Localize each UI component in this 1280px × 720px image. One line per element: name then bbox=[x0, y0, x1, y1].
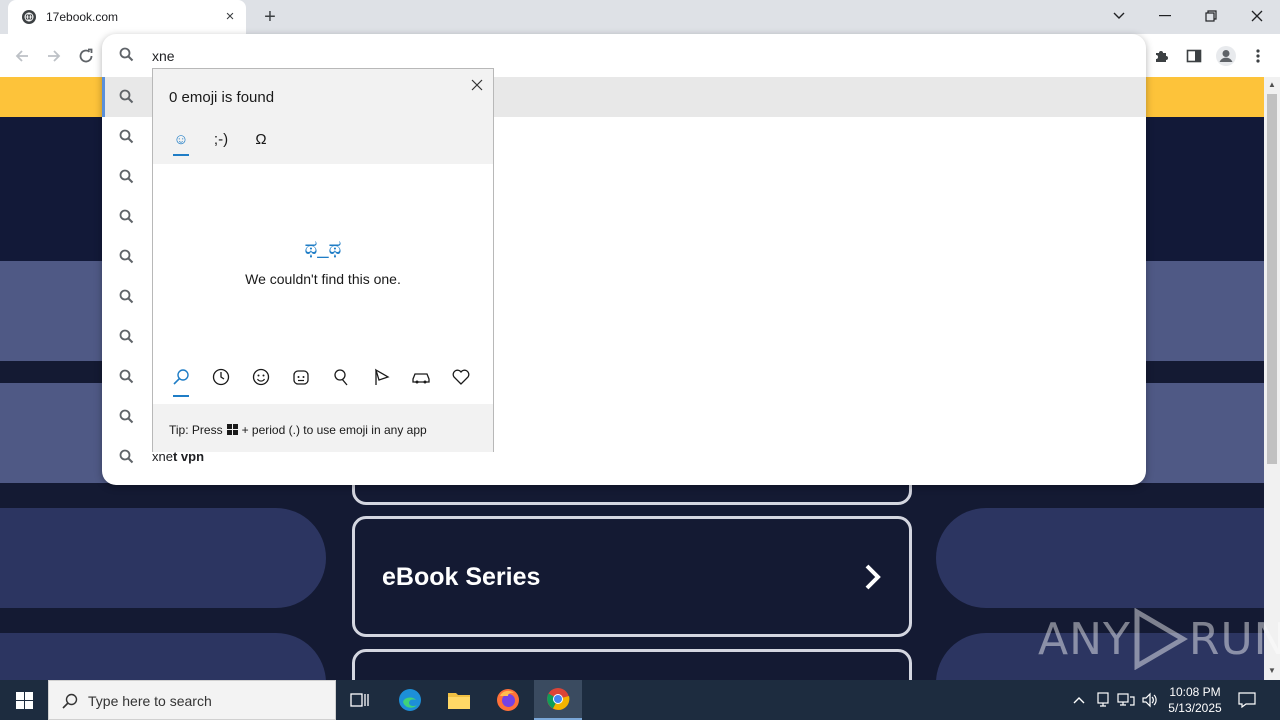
taskbar-clock[interactable]: 10:08 PM 5/13/2025 bbox=[1160, 684, 1230, 716]
folder-icon bbox=[448, 693, 470, 709]
notification-icon[interactable] bbox=[1238, 691, 1256, 709]
start-button[interactable] bbox=[0, 680, 48, 720]
search-icon bbox=[119, 369, 134, 384]
taskbar-search-box[interactable]: Type here to search bbox=[48, 680, 336, 720]
people-icon[interactable] bbox=[291, 367, 311, 387]
search-icon bbox=[119, 329, 134, 344]
search-icon bbox=[119, 47, 134, 62]
reload-icon[interactable] bbox=[74, 44, 98, 68]
heart-icon[interactable] bbox=[451, 367, 471, 387]
kebab-menu-icon[interactable] bbox=[1246, 44, 1270, 68]
tab-search-chevron-icon[interactable] bbox=[1105, 4, 1133, 28]
clock-date: 5/13/2025 bbox=[1168, 701, 1222, 715]
tab-close-icon[interactable]: × bbox=[222, 9, 238, 25]
clock-icon[interactable] bbox=[211, 367, 231, 387]
search-icon bbox=[119, 449, 134, 464]
active-tab-indicator bbox=[173, 154, 189, 156]
tab-strip: 17ebook.com × + bbox=[0, 0, 1280, 34]
restore-icon[interactable] bbox=[1197, 4, 1225, 28]
tab-emoji[interactable]: ☺ bbox=[169, 127, 193, 151]
task-view-button[interactable] bbox=[336, 680, 384, 720]
scroll-up-icon[interactable]: ▲ bbox=[1267, 80, 1277, 90]
address-input[interactable] bbox=[152, 46, 1052, 66]
watermark-text-left: ANY bbox=[1038, 613, 1131, 665]
decorative-pill bbox=[936, 508, 1264, 608]
chrome-icon bbox=[547, 688, 570, 710]
scroll-thumb[interactable] bbox=[1267, 94, 1277, 464]
back-arrow-icon[interactable] bbox=[10, 44, 34, 68]
card-title: eBook Series bbox=[382, 563, 541, 591]
anyrun-watermark: ANY RUN bbox=[1038, 608, 1280, 670]
empty-state-kaomoji: ಥ_ಥ bbox=[304, 237, 342, 259]
windows-key-icon bbox=[226, 424, 238, 435]
emoji-panel: 0 emoji is found ☺ ;-) Ω ಥ_ಥ We couldn't… bbox=[152, 68, 494, 452]
tip-text: Tip: Press + period (.) to use emoji in a… bbox=[169, 423, 427, 437]
category-card[interactable] bbox=[352, 649, 912, 680]
task-view-icon bbox=[350, 693, 369, 707]
search-icon bbox=[119, 249, 134, 264]
profile-avatar-icon[interactable] bbox=[1214, 44, 1238, 68]
taskbar-search-placeholder: Type here to search bbox=[88, 693, 212, 709]
search-icon bbox=[119, 409, 134, 424]
tab-kaomoji[interactable]: ;-) bbox=[209, 127, 233, 151]
search-icon bbox=[119, 289, 134, 304]
watermark-text-right: RUN bbox=[1188, 613, 1280, 665]
emoji-panel-tip: Tip: Press + period (.) to use emoji in a… bbox=[153, 404, 493, 452]
tip-suffix: + period (.) to use emoji in any app bbox=[241, 423, 427, 437]
forward-arrow-icon[interactable] bbox=[42, 44, 66, 68]
chrome-app-button[interactable] bbox=[534, 680, 582, 720]
minimize-icon[interactable] bbox=[1151, 4, 1179, 28]
ethernet-icon[interactable] bbox=[1117, 691, 1135, 709]
side-panel-icon[interactable] bbox=[1182, 44, 1206, 68]
category-card-ebook-series[interactable]: eBook Series bbox=[352, 516, 912, 637]
windows-taskbar: Type here to search 10:08 PM 5/13/2025 bbox=[0, 680, 1280, 720]
search-category-icon[interactable] bbox=[171, 367, 191, 387]
search-icon bbox=[62, 693, 78, 709]
emoji-result-count: 0 emoji is found bbox=[169, 89, 275, 106]
tip-prefix: Tip: Press bbox=[169, 423, 223, 437]
browser-tab[interactable]: 17ebook.com × bbox=[8, 0, 246, 34]
smiley-icon[interactable] bbox=[251, 367, 271, 387]
car-icon[interactable] bbox=[411, 367, 431, 387]
active-category-indicator bbox=[173, 395, 189, 397]
file-explorer-button[interactable] bbox=[435, 680, 483, 720]
close-window-icon[interactable] bbox=[1243, 4, 1271, 28]
firefox-icon bbox=[497, 689, 519, 711]
play-triangle-logo-icon bbox=[1134, 608, 1188, 670]
extensions-puzzle-icon[interactable] bbox=[1150, 44, 1174, 68]
tab-title: 17ebook.com bbox=[46, 10, 119, 24]
food-icon[interactable] bbox=[371, 367, 391, 387]
search-icon bbox=[119, 129, 134, 144]
page-scrollbar[interactable]: ▲ ▼ bbox=[1264, 77, 1280, 680]
network-device-icon[interactable] bbox=[1094, 691, 1112, 709]
empty-state-message: We couldn't find this one. bbox=[245, 271, 401, 287]
decorative-pill bbox=[0, 633, 326, 680]
chevron-right-icon bbox=[865, 564, 881, 590]
globe-icon bbox=[22, 10, 36, 24]
windows-logo-icon bbox=[15, 691, 33, 709]
emoji-panel-header: 0 emoji is found ☺ ;-) Ω bbox=[153, 69, 493, 164]
search-icon bbox=[119, 169, 134, 184]
close-icon[interactable] bbox=[469, 77, 485, 93]
chevron-up-icon[interactable] bbox=[1070, 691, 1088, 709]
decorative-pill bbox=[0, 508, 326, 608]
edge-browser-icon bbox=[399, 689, 421, 711]
search-icon bbox=[119, 89, 134, 104]
celebration-icon[interactable] bbox=[331, 367, 351, 387]
clock-time: 10:08 PM bbox=[1169, 685, 1221, 699]
firefox-app-button[interactable] bbox=[484, 680, 532, 720]
search-icon bbox=[119, 209, 134, 224]
tab-symbols[interactable]: Ω bbox=[249, 127, 273, 151]
speaker-icon[interactable] bbox=[1141, 691, 1159, 709]
edge-app-button[interactable] bbox=[386, 680, 434, 720]
new-tab-button[interactable]: + bbox=[258, 6, 282, 28]
